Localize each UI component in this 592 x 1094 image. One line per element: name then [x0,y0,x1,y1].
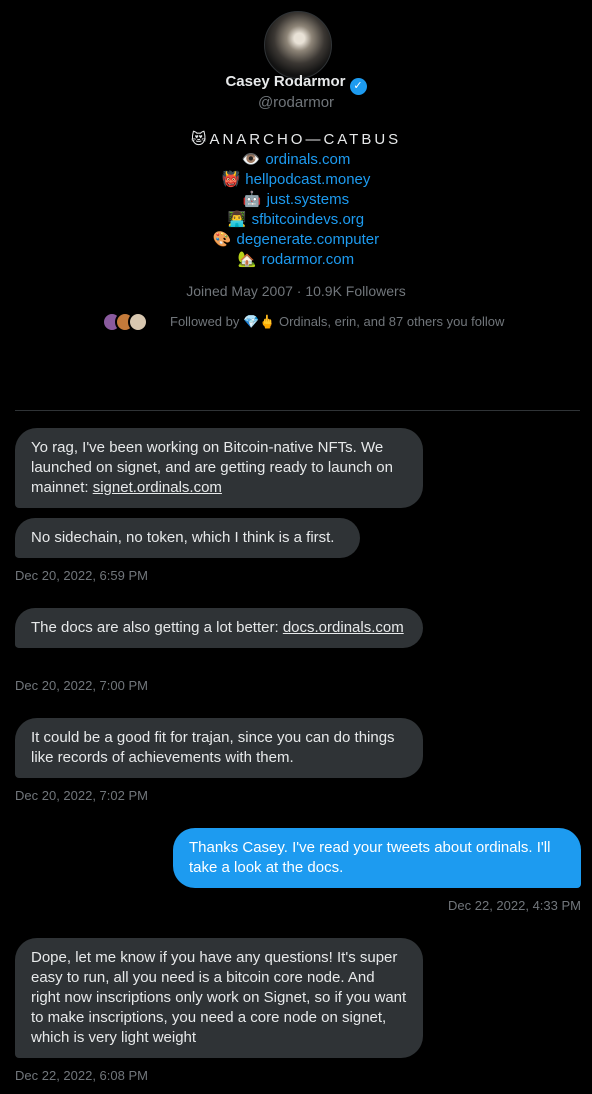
bio-link-ordinals[interactable]: 👁️ ordinals.com [0,150,592,168]
message-text: Thanks Casey. I've read your tweets abou… [189,839,551,876]
bio-link-text: rodarmor.com [261,251,355,268]
message-timestamp: Dec 22, 2022, 6:08 PM [15,1068,148,1083]
message-text: No sidechain, no token, which I think is… [31,529,335,546]
bio-link-text: just.systems [266,191,350,208]
bio-link-text: hellpodcast.money [245,171,371,188]
message-link[interactable]: docs.ordinals.com [283,619,404,636]
verified-badge-icon: ✓ [349,78,367,95]
profile-handle[interactable]: @rodarmor [0,94,592,111]
message-bubble-received[interactable]: No sidechain, no token, which I think is… [15,518,360,558]
message-text: The docs are also getting a lot better: [31,619,283,636]
message-timestamp: Dec 20, 2022, 7:02 PM [15,788,148,803]
technologist-icon: 👨‍💻 [227,211,247,228]
followed-by[interactable]: Followed by 💎🖕 Ordinals, erin, and 87 ot… [102,312,504,334]
message-bubble-received[interactable]: Dope, let me know if you have any questi… [15,938,423,1058]
message-bubble-sent[interactable]: Thanks Casey. I've read your tweets abou… [173,828,581,888]
message-bubble-received[interactable]: It could be a good fit for trajan, since… [15,718,423,778]
message-link[interactable]: signet.ordinals.com [93,479,222,496]
bio-title: 😻ANARCHO—CATBUS [190,131,402,148]
eye-icon: 👁️ [241,151,261,168]
message-timestamp: Dec 20, 2022, 6:59 PM [15,568,148,583]
ogre-icon: 👹 [221,171,241,188]
house-icon: 🏡 [237,251,257,268]
message-text: It could be a good fit for trajan, since… [31,729,395,766]
message-bubble-received[interactable]: Yo rag, I've been working on Bitcoin-nat… [15,428,423,508]
avatar[interactable] [264,11,332,79]
bio-link-text: sfbitcoindevs.org [251,211,365,228]
message-timestamp: Dec 22, 2022, 4:33 PM [448,898,581,913]
profile-name[interactable]: Casey Rodarmor ✓ [0,73,592,95]
bio-link-degenerate[interactable]: 🎨 degenerate.computer [0,230,592,248]
bio-link-text: ordinals.com [265,151,351,168]
bio-link-hellpodcast[interactable]: 👹 hellpodcast.money [0,170,592,188]
palette-icon: 🎨 [212,231,232,248]
robot-icon: 🤖 [242,191,262,208]
message-text: Dope, let me know if you have any questi… [31,949,407,1046]
divider [15,410,580,411]
message-bubble-received[interactable]: The docs are also getting a lot better: … [15,608,423,648]
profile-name-text: Casey Rodarmor [225,73,346,90]
bio-link-just-systems[interactable]: 🤖 just.systems [0,190,592,208]
bio-link-rodarmor[interactable]: 🏡 rodarmor.com [0,250,592,268]
follower-avatar [128,312,148,332]
joined-followers: Joined May 2007 · 10.9K Followers [186,283,406,299]
message-timestamp: Dec 20, 2022, 7:00 PM [15,678,148,693]
bio-link-sfbitcoindevs[interactable]: 👨‍💻 sfbitcoindevs.org [0,210,592,228]
followed-by-text: Followed by 💎🖕 Ordinals, erin, and 87 ot… [170,314,505,329]
bio-link-text: degenerate.computer [236,231,380,248]
